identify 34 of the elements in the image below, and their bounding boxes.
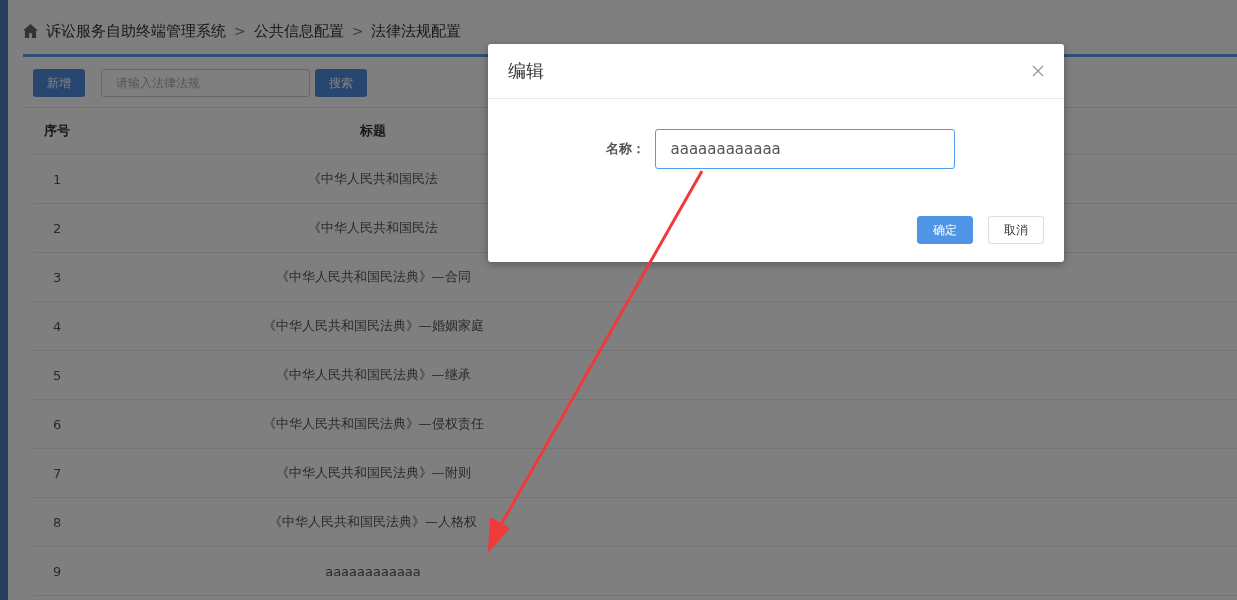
row-number: 5 (52, 367, 63, 383)
title-cell-text: 《中华人民共和国民法 (307, 170, 439, 188)
title-cell-text: 《中华人民共和国民法典》—继承 (274, 366, 472, 384)
row-number: 2 (52, 220, 63, 236)
add-button[interactable]: 新增 (33, 69, 85, 97)
breadcrumb-item[interactable]: 法律法规配置 (371, 21, 462, 41)
row-number: 7 (52, 465, 63, 481)
title-cell-text: 《中华人民共和国民法典》—附则 (274, 464, 472, 482)
breadcrumb-separator: > (351, 23, 364, 39)
row-number: 8 (52, 514, 63, 530)
title-cell-text: 《中华人民共和国民法典》—婚姻家庭 (261, 317, 485, 335)
close-icon[interactable] (1032, 65, 1044, 77)
row-number: 6 (52, 416, 63, 432)
name-field[interactable]: aaaaaaaaaaaa (654, 129, 955, 169)
title-cell-text: 《中华人民共和国民法 (307, 219, 439, 237)
column-header: 标题 (359, 122, 387, 140)
field-label: 名称： (605, 140, 645, 158)
breadcrumb-separator: > (234, 23, 246, 39)
row-number: 9 (52, 563, 63, 579)
title-cell-text: aaaaaaaaaaaa (324, 563, 422, 579)
title-cell-text: 《中华人民共和国民法典》—侵权责任 (261, 415, 485, 433)
breadcrumb-item[interactable]: 公共信息配置 (253, 21, 344, 41)
confirm-button[interactable]: 确定 (917, 216, 973, 244)
row-number: 1 (52, 171, 63, 187)
dialog-title: 编辑 (508, 59, 544, 83)
title-cell-text: 《中华人民共和国民法典》—合同 (274, 268, 472, 286)
search-button[interactable]: 搜索 (315, 69, 367, 97)
cancel-button[interactable]: 取消 (988, 216, 1044, 244)
column-header: 序号 (43, 122, 71, 140)
breadcrumb-item[interactable]: 诉讼服务自助终端管理系统 (46, 21, 226, 41)
home-icon[interactable] (23, 24, 38, 38)
title-cell-text: 《中华人民共和国民法典》—人格权 (268, 513, 478, 531)
row-number: 4 (52, 318, 63, 334)
row-number: 3 (52, 269, 63, 285)
